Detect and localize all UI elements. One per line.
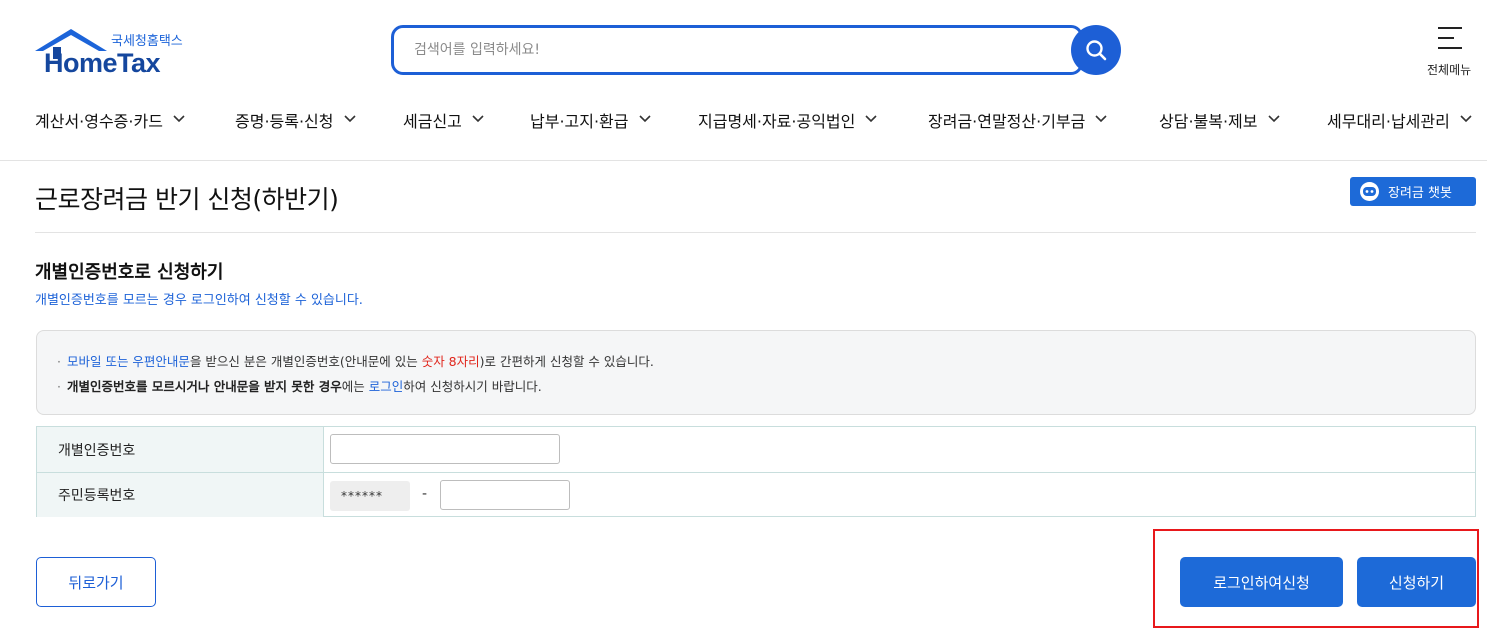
- incentive-chatbot-button[interactable]: 장려금 챗봇: [1350, 177, 1476, 206]
- notice-box: · 모바일 또는 우편안내문을 받으신 분은 개별인증번호(안내문에 있는 숫자 …: [36, 330, 1476, 415]
- auth-number-label: 개별인증번호: [36, 427, 324, 472]
- chatbot-label: 장려금 챗봇: [1388, 186, 1452, 201]
- rrn-separator: -: [422, 486, 428, 502]
- main-nav: 계산서·영수증·카드 증명·등록·신청 세금신고 납부·고지·환급 지급명세·자…: [0, 100, 1487, 140]
- form-row-auth-number: 개별인증번호: [36, 427, 1476, 472]
- nav-item-payment[interactable]: 납부·고지·환급: [530, 108, 651, 132]
- section-subtitle: 개별인증번호를 모르는 경우 로그인하여 신청할 수 있습니다.: [35, 293, 363, 308]
- chevron-down-icon: [173, 115, 185, 123]
- search-input[interactable]: [414, 37, 1054, 63]
- rrn-label: 주민등록번호: [36, 473, 324, 517]
- back-button[interactable]: 뒤로가기: [36, 557, 156, 607]
- nav-item-tax-agent[interactable]: 세무대리·납세관리: [1327, 108, 1472, 132]
- search-box: [391, 25, 1083, 75]
- section-title: 개별인증번호로 신청하기: [35, 262, 224, 283]
- search-button[interactable]: [1071, 25, 1121, 75]
- chevron-down-icon: [1460, 115, 1472, 123]
- form-row-rrn: 주민등록번호 ****** -: [36, 472, 1476, 517]
- hometax-logo[interactable]: 국세청홈택스 HomeTax: [35, 27, 195, 78]
- notice-line-2: · 개별인증번호를 모르시거나 안내문을 받지 못한 경우에는 로그인하여 신청하…: [57, 379, 542, 394]
- auth-number-input[interactable]: [330, 434, 560, 464]
- nav-item-incentive[interactable]: 장려금·연말정산·기부금: [928, 108, 1107, 132]
- chevron-down-icon: [865, 115, 877, 123]
- nav-item-invoice[interactable]: 계산서·영수증·카드: [35, 108, 185, 132]
- highlight-box: [1153, 529, 1479, 628]
- bullet-icon: ·: [57, 354, 61, 369]
- bullet-icon: ·: [57, 379, 61, 394]
- chatbot-icon: [1360, 182, 1379, 201]
- logo-subtitle: 국세청홈택스: [111, 34, 183, 49]
- search-icon: [1086, 40, 1107, 61]
- title-divider: [35, 232, 1476, 233]
- nav-item-payment-statement[interactable]: 지급명세·자료·공익법인: [698, 108, 877, 132]
- page-title: 근로장려금 반기 신청(하반기): [35, 185, 339, 214]
- chevron-down-icon: [472, 115, 484, 123]
- nav-item-consultation[interactable]: 상담·불복·제보: [1159, 108, 1280, 132]
- nav-item-tax-filing[interactable]: 세금신고: [403, 108, 484, 132]
- chevron-down-icon: [638, 115, 651, 123]
- rrn-front-masked: ******: [330, 481, 410, 511]
- chevron-down-icon: [343, 115, 356, 123]
- nav-divider: [0, 160, 1487, 161]
- auth-form-table: 개별인증번호 주민등록번호 ****** -: [36, 426, 1476, 517]
- all-menu-button[interactable]: 전체메뉴: [1424, 27, 1472, 77]
- chevron-down-icon: [1095, 115, 1107, 123]
- logo-title: HomeTax: [44, 48, 161, 78]
- nav-item-certificate[interactable]: 증명·등록·신청: [235, 108, 356, 132]
- rrn-back-input[interactable]: [440, 480, 570, 510]
- chevron-down-icon: [1267, 115, 1280, 123]
- notice-line-1: · 모바일 또는 우편안내문을 받으신 분은 개별인증번호(안내문에 있는 숫자 …: [57, 354, 654, 369]
- all-menu-label: 전체메뉴: [1427, 63, 1472, 77]
- hamburger-icon: [1438, 27, 1462, 57]
